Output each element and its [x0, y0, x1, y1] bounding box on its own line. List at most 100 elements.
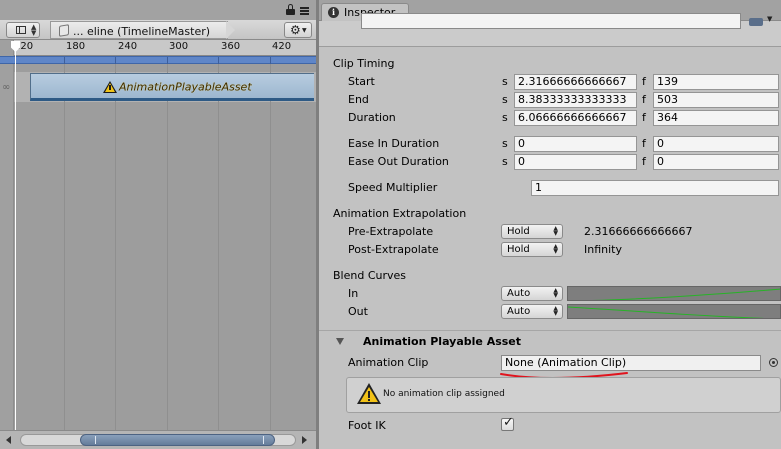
- foot-ik-label: Foot IK: [348, 419, 386, 432]
- gear-icon: ⚙: [290, 23, 301, 37]
- blend-out-dropdown[interactable]: Auto ▲ ▼: [501, 304, 563, 319]
- time-ruler[interactable]: 120 180 240 300 360 420: [14, 40, 316, 56]
- timeline-toolbar: ▲ ▼ ... eline (TimelineMaster) ⚙ ▼: [0, 20, 316, 40]
- blend-out-curve-line: [568, 306, 766, 318]
- clip-timing-header: Clip Timing: [333, 57, 395, 70]
- ruler-tick-label: 360: [221, 41, 241, 52]
- frames-prefix: f: [642, 93, 646, 106]
- grid-line: [218, 64, 219, 430]
- timeline-settings-button[interactable]: ⚙ ▼: [284, 22, 312, 38]
- ease-out-seconds-field[interactable]: 0: [514, 154, 637, 170]
- foldout-arrow-icon[interactable]: [336, 338, 344, 345]
- end-label: End: [348, 93, 369, 106]
- speed-multiplier-label: Speed Multiplier: [348, 181, 438, 194]
- post-extrapolate-value: Hold: [507, 244, 530, 255]
- updown-icon: ▲ ▼: [553, 225, 558, 237]
- pre-extrapolate-time: 2.31666666666667: [584, 225, 693, 238]
- blend-in-value: Auto: [507, 288, 531, 299]
- inspector-header: ▼: [319, 13, 781, 47]
- horizontal-scrollbar[interactable]: [0, 430, 316, 449]
- updown-icon: ▲ ▼: [553, 243, 558, 255]
- header-asset-icon[interactable]: [749, 18, 763, 26]
- scroll-right-icon[interactable]: [302, 436, 307, 444]
- blend-in-curve-line: [591, 288, 780, 300]
- timeline-asset-label: ... eline (TimelineMaster): [73, 25, 211, 38]
- section-title: Animation Playable Asset: [363, 335, 522, 348]
- lock-icon[interactable]: [286, 4, 295, 15]
- scroll-left-icon[interactable]: [6, 436, 11, 444]
- start-seconds-field[interactable]: 2.31666666666667: [514, 74, 637, 90]
- timeline-asset-icon: [59, 24, 69, 37]
- view-mode-button[interactable]: ▲ ▼: [6, 22, 40, 38]
- warning-help-box: No animation clip assigned: [346, 377, 781, 413]
- seconds-prefix: s: [502, 137, 508, 150]
- animation-clip-label: Animation Clip: [348, 356, 429, 369]
- playhead-line[interactable]: [15, 48, 16, 430]
- caret-down-icon[interactable]: ▼: [767, 15, 772, 23]
- end-seconds-field[interactable]: 8.38333333333333: [514, 92, 637, 108]
- seconds-prefix: s: [502, 93, 508, 106]
- pre-extrapolate-value: Hold: [507, 226, 530, 237]
- clip-label: AnimationPlayableAsset: [119, 80, 252, 94]
- duration-seconds-field[interactable]: 6.06666666666667: [514, 110, 637, 126]
- end-frames-field[interactable]: 503: [653, 92, 779, 108]
- ruler-tick-label: 300: [169, 41, 189, 52]
- timeline-panel: ▲ ▼ ... eline (TimelineMaster) ⚙ ▼ ∞ 120 …: [0, 0, 316, 449]
- ease-in-label: Ease In Duration: [348, 137, 440, 150]
- inspector-panel: i Inspector ▼ Clip Timing Start s 2.3166…: [319, 0, 781, 449]
- start-label: Start: [348, 75, 375, 88]
- warning-icon: [103, 81, 117, 93]
- checkmark-icon: ✓: [503, 415, 514, 430]
- updown-icon: ▲ ▼: [553, 305, 558, 317]
- warning-message: No animation clip assigned: [383, 389, 505, 399]
- frames-prefix: f: [642, 137, 646, 150]
- infinity-icon: ∞: [2, 82, 11, 93]
- asset-name-field[interactable]: [361, 13, 741, 29]
- seconds-prefix: s: [502, 111, 508, 124]
- track-header-gutter: ∞: [0, 40, 14, 430]
- blend-in-dropdown[interactable]: Auto ▲ ▼: [501, 286, 563, 301]
- blend-in-curve[interactable]: [567, 286, 781, 301]
- duration-frames-field[interactable]: 364: [653, 110, 779, 126]
- animation-clip[interactable]: AnimationPlayableAsset: [30, 73, 314, 101]
- ruler-tick-label: 180: [66, 41, 86, 52]
- timeline-tab-strip: [0, 0, 316, 20]
- blend-in-label: In: [348, 287, 359, 300]
- ease-in-seconds-field[interactable]: 0: [514, 136, 637, 152]
- info-icon: i: [328, 7, 339, 18]
- extrapolation-header: Animation Extrapolation: [333, 207, 467, 220]
- speed-multiplier-field[interactable]: 1: [531, 180, 779, 196]
- panel-menu-icon[interactable]: [300, 7, 309, 16]
- duration-label: Duration: [348, 111, 396, 124]
- grid-line: [115, 64, 116, 430]
- frames-prefix: f: [642, 75, 646, 88]
- foot-ik-checkbox[interactable]: ✓: [501, 415, 514, 431]
- frames-prefix: f: [642, 111, 646, 124]
- pre-extrapolate-label: Pre-Extrapolate: [348, 225, 434, 238]
- animation-clip-field[interactable]: None (Animation Clip): [501, 355, 761, 371]
- post-extrapolate-time: Infinity: [584, 243, 622, 256]
- updown-icon: ▲ ▼: [31, 23, 37, 37]
- animation-playable-asset-header[interactable]: Animation Playable Asset: [319, 330, 781, 352]
- pre-extrapolate-dropdown[interactable]: Hold ▲ ▼: [501, 224, 563, 239]
- blend-out-label: Out: [348, 305, 368, 318]
- timeline-asset-breadcrumb[interactable]: ... eline (TimelineMaster): [50, 21, 228, 39]
- blend-out-value: Auto: [507, 306, 531, 317]
- scrollbar-thumb[interactable]: [80, 434, 275, 446]
- start-frames-field[interactable]: 139: [653, 74, 779, 90]
- seconds-prefix: s: [502, 75, 508, 88]
- blend-curves-header: Blend Curves: [333, 269, 407, 282]
- post-extrapolate-label: Post-Extrapolate: [348, 243, 439, 256]
- grid-line: [167, 64, 168, 430]
- ruler-tick-label: 240: [118, 41, 138, 52]
- object-picker-icon[interactable]: [769, 358, 778, 367]
- breadcrumb-arrow: [226, 21, 236, 39]
- ease-in-frames-field[interactable]: 0: [653, 136, 779, 152]
- post-extrapolate-dropdown[interactable]: Hold ▲ ▼: [501, 242, 563, 257]
- blend-out-curve[interactable]: [567, 304, 781, 319]
- seconds-prefix: s: [502, 155, 508, 168]
- ease-out-frames-field[interactable]: 0: [653, 154, 779, 170]
- warning-icon: [357, 383, 381, 405]
- clip-range-band: [0, 56, 316, 64]
- ease-out-label: Ease Out Duration: [348, 155, 449, 168]
